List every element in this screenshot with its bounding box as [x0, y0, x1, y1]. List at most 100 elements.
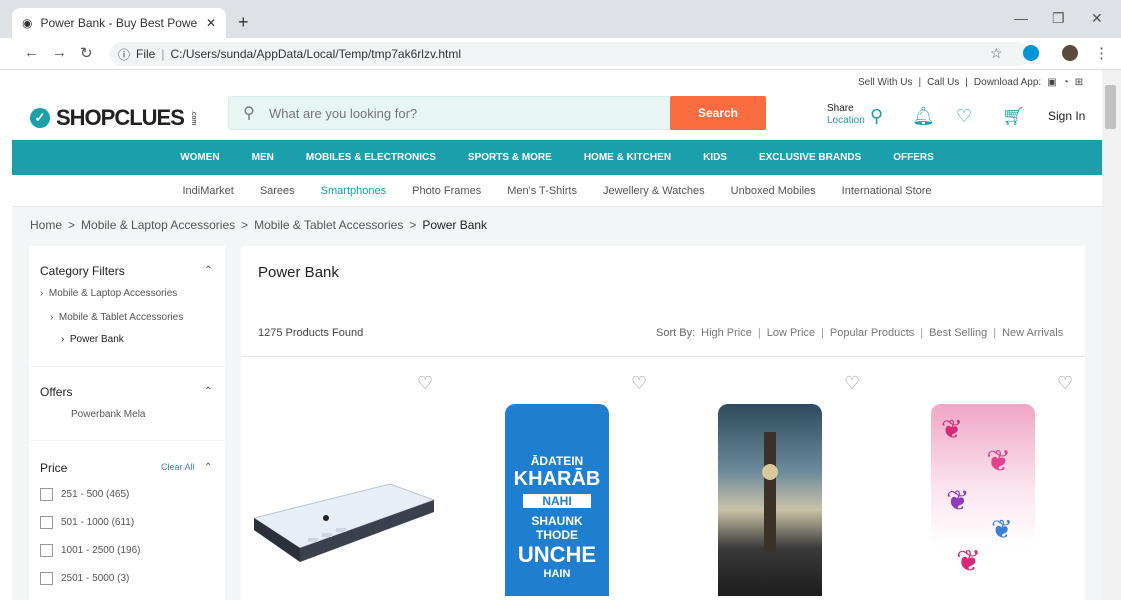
url-separator: | [161, 47, 165, 61]
crumb-mobile-tablet[interactable]: Mobile & Tablet Accessories [254, 218, 403, 232]
checkbox[interactable] [40, 516, 53, 529]
scrollbar-thumb[interactable] [1105, 85, 1116, 129]
subcat-mens-tshirts[interactable]: Men's T-Shirts [507, 185, 577, 197]
notification-bell-icon[interactable]: 🔔︎ [912, 106, 935, 127]
chevron-up-icon[interactable]: ⌃ [204, 462, 212, 473]
subcat-indimarket[interactable]: IndiMarket [182, 185, 233, 197]
shopclues-logo[interactable]: ✓ SHOPCLUES .com [30, 105, 197, 131]
category-kids[interactable]: KIDS [703, 152, 727, 163]
product-text: UNCHE [517, 542, 597, 567]
chevron-up-icon[interactable]: ⌃ [204, 265, 212, 276]
tower-shape [764, 432, 776, 552]
subcat-jewellery[interactable]: Jewellery & Watches [603, 185, 705, 197]
price-title: Price [40, 461, 68, 475]
wishlist-heart-icon[interactable]: ♡ [631, 373, 647, 394]
location-pin-icon[interactable]: ⚲ [870, 106, 883, 127]
browser-tab[interactable]: ◉ Power Bank - Buy Best Power Bar ✕ [12, 8, 226, 38]
filter-category-item[interactable]: › Mobile & Laptop Accessories [40, 288, 177, 299]
location-label: Location [827, 115, 865, 126]
wishlist-heart-icon[interactable]: ♡ [956, 106, 972, 127]
url-bar[interactable]: ⓘ File | C:/Users/sunda/AppData/Local/Te… [110, 42, 1030, 66]
wishlist-heart-icon[interactable]: ♡ [417, 373, 433, 394]
apple-icon[interactable]: ◔ [1063, 77, 1069, 88]
product-image-powerbank-text[interactable]: ĀDATEIN KHARĀB NAHI SHAUNK THODE UNCHE H… [505, 404, 609, 596]
price-option[interactable]: 2501 - 5000 (3) [40, 572, 129, 585]
sort-best-selling[interactable]: Best Selling [929, 327, 987, 339]
top-links: Sell With Us | Call Us | Download App: ▣… [858, 77, 1083, 88]
category-mobiles[interactable]: MOBILES & ELECTRONICS [306, 152, 436, 163]
windows-icon[interactable]: ⊞ [1075, 77, 1083, 88]
checkbox[interactable] [40, 544, 53, 557]
hp-extension-icon[interactable] [1023, 45, 1039, 61]
checkbox[interactable] [40, 488, 53, 501]
sort-label: Sort By: [656, 327, 696, 339]
logo-suffix: .com [189, 110, 197, 126]
sort-new-arrivals[interactable]: New Arrivals [1002, 327, 1063, 339]
crumb-current: Power Bank [422, 218, 488, 232]
category-exclusive[interactable]: EXCLUSIVE BRANDS [759, 152, 861, 163]
product-image-powerbank-bigben[interactable] [718, 404, 822, 596]
profile-avatar[interactable] [1062, 45, 1078, 61]
product-image-powerbank-butterflies[interactable]: ❦ ❦ ❦ ❦ ❦ [931, 404, 1035, 596]
separator: | [965, 77, 968, 88]
star-icon[interactable]: ☆ [990, 45, 1003, 62]
close-tab-icon[interactable]: ✕ [206, 16, 216, 30]
crumb-mobile-laptop[interactable]: Mobile & Laptop Accessories [81, 218, 235, 232]
subcat-smartphones[interactable]: Smartphones [321, 185, 386, 197]
category-sports[interactable]: SPORTS & MORE [468, 152, 552, 163]
category-nav: WOMEN MEN MOBILES & ELECTRONICS SPORTS &… [12, 140, 1102, 175]
wishlist-heart-icon[interactable]: ♡ [844, 373, 860, 394]
url-scheme-label: File [136, 47, 156, 61]
category-women[interactable]: WOMEN [180, 152, 219, 163]
butterfly-icon: ❦ [956, 545, 982, 578]
product-text: THODE [536, 528, 578, 542]
minimize-icon[interactable]: — [1014, 10, 1028, 26]
sort-high-price[interactable]: High Price [701, 327, 752, 339]
sell-with-us-link[interactable]: Sell With Us [858, 77, 912, 88]
crumb-home[interactable]: Home [30, 218, 62, 232]
search-button[interactable]: Search [670, 96, 766, 130]
restore-icon[interactable]: ❐ [1052, 10, 1065, 27]
checkbox[interactable] [40, 572, 53, 585]
category-offers[interactable]: OFFERS [893, 152, 934, 163]
cart-icon[interactable]: 🛒︎ [1002, 106, 1025, 127]
share-location[interactable]: Share Location [827, 103, 865, 127]
subcat-unboxed[interactable]: Unboxed Mobiles [731, 185, 816, 197]
search-icon: ⚲ [243, 105, 255, 122]
subcat-photo-frames[interactable]: Photo Frames [412, 185, 481, 197]
subcat-international[interactable]: International Store [842, 185, 932, 197]
offers-title: Offers [40, 385, 73, 399]
clear-all-link[interactable]: Clear All [161, 462, 195, 472]
new-tab-button[interactable]: + [238, 12, 249, 33]
price-option[interactable]: 251 - 500 (465) [40, 488, 129, 501]
forward-icon[interactable]: → [52, 44, 67, 61]
sign-in-link[interactable]: Sign In [1048, 109, 1085, 123]
scrollbar[interactable] [1102, 70, 1121, 600]
android-icon[interactable]: ▣ [1047, 77, 1056, 88]
call-us-link[interactable]: Call Us [927, 77, 959, 88]
subcat-sarees[interactable]: Sarees [260, 185, 295, 197]
chevron-up-icon[interactable]: ⌃ [204, 386, 212, 397]
price-option[interactable]: 1001 - 2500 (196) [40, 544, 141, 557]
sort-low-price[interactable]: Low Price [767, 327, 815, 339]
check-logo-icon: ✓ [30, 108, 50, 128]
category-home[interactable]: HOME & KITCHEN [584, 152, 671, 163]
share-label: Share [827, 103, 854, 114]
back-icon[interactable]: ← [24, 44, 39, 61]
filter-category-item-active[interactable]: › Power Bank [61, 334, 124, 345]
menu-icon[interactable]: ⋮ [1094, 44, 1109, 62]
price-option[interactable]: 501 - 1000 (611) [40, 516, 134, 529]
reload-icon[interactable]: ↻ [80, 44, 93, 62]
butterfly-icon: ❦ [986, 445, 1012, 478]
filter-category-item[interactable]: › Mobile & Tablet Accessories [50, 312, 183, 323]
category-men[interactable]: MEN [252, 152, 274, 163]
page-title: Power Bank [258, 264, 339, 281]
wishlist-heart-icon[interactable]: ♡ [1057, 373, 1073, 394]
offers-panel [29, 367, 225, 440]
close-window-icon[interactable]: ✕ [1091, 10, 1103, 27]
offer-item[interactable]: Powerbank Mela [71, 409, 145, 420]
sort-popular[interactable]: Popular Products [830, 327, 914, 339]
crumb-sep: > [68, 218, 76, 232]
product-image-powerbank-white[interactable] [250, 478, 436, 564]
crumb-sep: > [409, 218, 417, 232]
